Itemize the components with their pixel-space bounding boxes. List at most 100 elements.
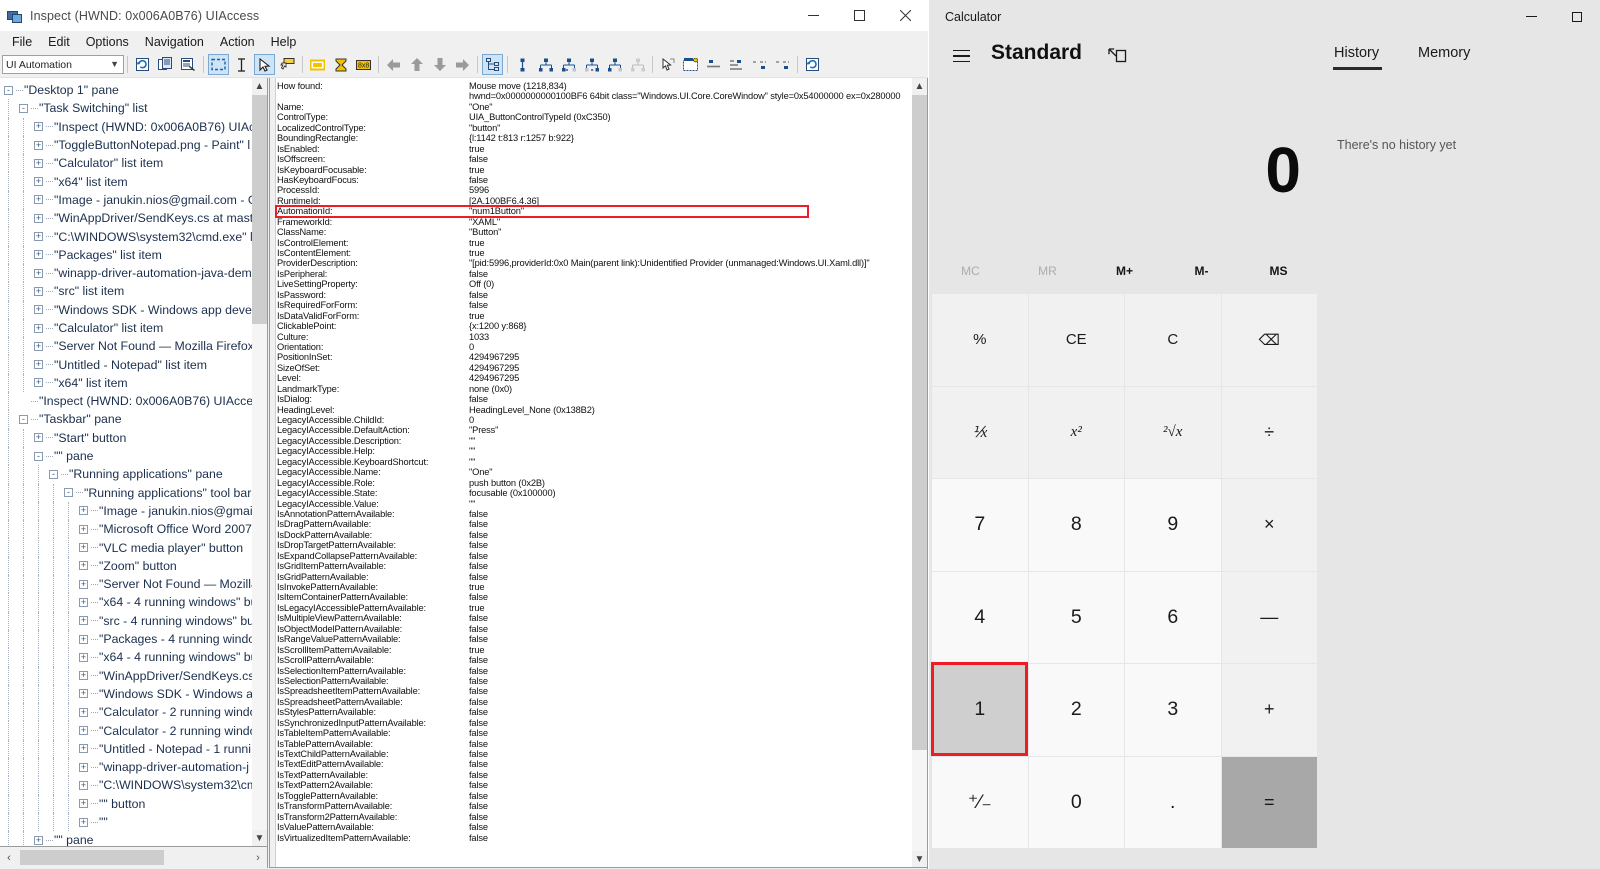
- property-row[interactable]: IsControlElement: true: [277, 238, 917, 248]
- tree-item[interactable]: + "Zoom" button: [0, 556, 252, 576]
- property-row[interactable]: IsDragPatternAvailable: false: [277, 519, 917, 529]
- collapse-icon[interactable]: -: [64, 488, 73, 498]
- properties-pane[interactable]: How found: Mouse move (1218,834) hwnd=0x00…: [269, 78, 928, 868]
- expand-icon[interactable]: +: [34, 433, 43, 443]
- property-row[interactable]: IsLegacyIAccessiblePatternAvailable: true: [277, 603, 917, 613]
- expand-icon[interactable]: +: [34, 268, 43, 278]
- expand-icon[interactable]: +: [79, 689, 88, 699]
- one-button[interactable]: 1: [932, 664, 1028, 756]
- expand-icon[interactable]: +: [79, 579, 88, 589]
- expand-icon[interactable]: +: [34, 140, 43, 150]
- property-row[interactable]: IsInvokePatternAvailable: true: [277, 582, 917, 592]
- move-down-level-icon[interactable]: [772, 54, 793, 75]
- element-next-sibling-icon[interactable]: [581, 54, 602, 75]
- tree-item[interactable]: + "C:\WINDOWS\system32\cm: [0, 776, 257, 795]
- expand-icon[interactable]: +: [34, 213, 43, 223]
- property-row[interactable]: IsScrollItemPatternAvailable: true: [277, 645, 917, 655]
- negate-button[interactable]: ⁺⁄₋: [932, 756, 1028, 848]
- tree-item[interactable]: + "Calculator - 2 running windo: [0, 703, 256, 722]
- tooltip-probe-icon[interactable]: [277, 54, 298, 75]
- property-row[interactable]: IsDropTargetPatternAvailable: false: [277, 540, 917, 550]
- property-row[interactable]: FrameworkId: "XAML": [277, 217, 917, 227]
- property-row[interactable]: IsTransformPatternAvailable: false: [277, 801, 917, 811]
- property-row[interactable]: IsStylesPatternAvailable: false: [277, 707, 917, 717]
- tree-item[interactable]: + "Inspect (HWND: 0x006A0B76) UIAcc: [0, 117, 261, 136]
- element-parent-icon[interactable]: [535, 54, 556, 75]
- tree-item[interactable]: + "x64" list item: [0, 172, 252, 191]
- property-row[interactable]: IsMultipleViewPatternAvailable: false: [277, 613, 917, 623]
- scroll-up-icon[interactable]: ▲: [252, 78, 267, 95]
- property-row[interactable]: ProviderDescription: "[pid:5996,providerI…: [277, 258, 917, 268]
- tree-vertical-scrollbar[interactable]: ▲ ▼: [252, 78, 267, 846]
- hourglass-icon[interactable]: [330, 54, 351, 75]
- tree-item[interactable]: - "" pane: [0, 446, 252, 466]
- scroll-left-icon[interactable]: ‹: [0, 847, 18, 868]
- property-row[interactable]: LiveSettingProperty: Off (0): [277, 279, 917, 289]
- tree-item[interactable]: + "Windows SDK - Windows ap: [0, 684, 260, 704]
- expand-icon[interactable]: +: [34, 835, 43, 845]
- property-row[interactable]: IsDockPatternAvailable: false: [277, 530, 917, 540]
- property-row[interactable]: IsKeyboardFocusable: true: [277, 165, 917, 175]
- property-row[interactable]: RuntimeId: [2A.100BF6.4.36]: [277, 196, 917, 206]
- menu-help[interactable]: Help: [263, 33, 305, 51]
- element-self-icon[interactable]: [512, 54, 533, 75]
- property-row[interactable]: IsPeripheral: false: [277, 269, 917, 279]
- expand-icon[interactable]: +: [34, 158, 43, 168]
- inspect-maximize-button[interactable]: [836, 0, 882, 31]
- property-row[interactable]: IsRangeValuePatternAvailable: false: [277, 634, 917, 644]
- expand-icon[interactable]: +: [34, 341, 43, 351]
- scroll-up-icon[interactable]: ▲: [912, 78, 927, 95]
- property-row[interactable]: IsGridPatternAvailable: false: [277, 572, 917, 582]
- property-row[interactable]: IsSpreadsheetItemPatternAvailable: false: [277, 686, 917, 696]
- tree-item[interactable]: "Inspect (HWND: 0x006A0B76) UIAccess: [0, 392, 265, 411]
- memory-mminus-button[interactable]: M-: [1163, 252, 1240, 290]
- nav-left-icon[interactable]: [383, 54, 404, 75]
- tree-item[interactable]: + "Untitled - Notepad - 1 runni: [0, 739, 252, 758]
- square-root-button[interactable]: ²√x: [1125, 386, 1221, 478]
- property-row[interactable]: ControlType: UIA_ButtonControlTypeId (0xC…: [277, 112, 917, 122]
- square-button[interactable]: x²: [1028, 386, 1124, 478]
- property-row[interactable]: IsScrollPatternAvailable: false: [277, 655, 917, 665]
- collapse-icon[interactable]: -: [19, 103, 28, 113]
- highlight-rectangle-icon[interactable]: [307, 54, 328, 75]
- tree-scroll-thumb[interactable]: [252, 95, 267, 324]
- property-row[interactable]: IsItemContainerPatternAvailable: false: [277, 592, 917, 602]
- element-descendants-icon[interactable]: [627, 54, 648, 75]
- scroll-down-icon[interactable]: ▼: [252, 830, 267, 846]
- nav-right-icon[interactable]: [452, 54, 473, 75]
- tree-item[interactable]: + "Calculator - 2 running windo: [0, 721, 256, 740]
- tree-item[interactable]: + "Microsoft Office Word 2007: [0, 520, 252, 539]
- collapse-icon[interactable]: -: [49, 469, 58, 479]
- memory-mplus-button[interactable]: M+: [1086, 252, 1163, 290]
- expand-icon[interactable]: +: [79, 726, 88, 736]
- select-element-icon[interactable]: [657, 54, 678, 75]
- property-row[interactable]: Name: "One": [277, 102, 917, 112]
- ui-tree-pane[interactable]: - "Desktop 1" pane - "Task Switching" list +…: [0, 78, 268, 847]
- inspect-close-button[interactable]: [882, 0, 928, 31]
- expand-icon[interactable]: +: [79, 616, 88, 626]
- tree-horizontal-scrollbar[interactable]: ‹ ›: [0, 847, 268, 868]
- expand-icon[interactable]: +: [79, 762, 88, 772]
- menu-edit[interactable]: Edit: [40, 33, 78, 51]
- tree-item[interactable]: + "ToggleButtonNotepad.png - Paint" l: [0, 135, 252, 155]
- tree-item[interactable]: + "Start" button: [0, 428, 252, 447]
- property-row[interactable]: LegacyIAccessible.DefaultAction: "Press": [277, 425, 917, 435]
- property-row[interactable]: IsDataValidForForm: true: [277, 311, 917, 321]
- tab-history[interactable]: History: [1334, 45, 1379, 61]
- multiply-button[interactable]: ×: [1221, 479, 1317, 571]
- two-button[interactable]: 2: [1028, 664, 1124, 756]
- menu-options[interactable]: Options: [78, 33, 137, 51]
- tree-item[interactable]: + "Packages" list item: [0, 245, 252, 264]
- property-row[interactable]: IsContentElement: true: [277, 248, 917, 258]
- property-row[interactable]: hwnd=0x0000000000100BF6 64bit class="Win…: [277, 91, 917, 101]
- tree-item[interactable]: + "winapp-driver-automation-j: [0, 757, 252, 777]
- expand-icon[interactable]: +: [79, 652, 88, 662]
- calculator-minimize-button[interactable]: [1508, 0, 1554, 33]
- tree-item[interactable]: + "" button: [0, 794, 252, 813]
- indent-icon[interactable]: [726, 54, 747, 75]
- property-row[interactable]: IsTablePatternAvailable: false: [277, 739, 917, 749]
- menu-file[interactable]: File: [4, 33, 40, 51]
- expand-icon[interactable]: +: [79, 799, 88, 809]
- properties-grid-icon[interactable]: [680, 54, 701, 75]
- tree-item[interactable]: + "Calculator" list item: [0, 154, 252, 173]
